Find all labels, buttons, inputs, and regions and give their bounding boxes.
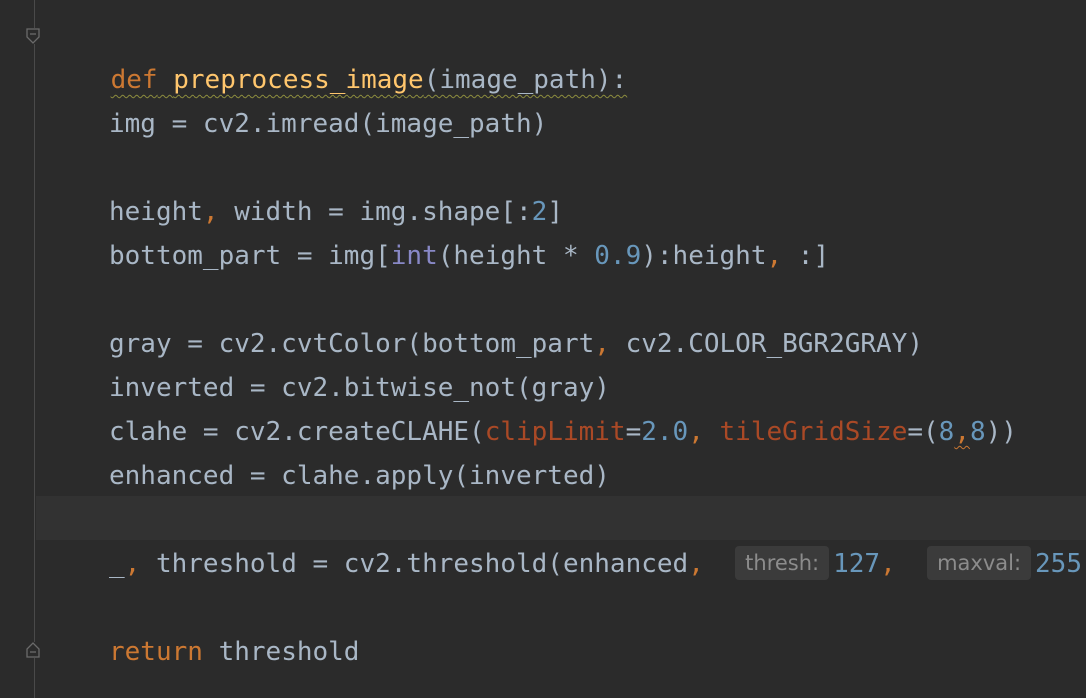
param-cliplimit: clipLimit [484,417,626,447]
code-line-gray[interactable]: gray = cv2.cvtColor(bottom_part, cv2.COL… [48,322,923,366]
code-text: clahe = cv2.createCLAHE( [109,417,485,447]
code-text: ):height [641,241,767,271]
number-literal: 8 [938,417,955,447]
code-line-enhanced[interactable]: enhanced = clahe.apply(inverted) [48,454,610,498]
function-name: preprocess_image [173,65,424,95]
code-text: gray = cv2.cvtColor(bottom_part [109,329,595,359]
comma-warning: , [954,417,970,447]
comma: , [688,417,704,447]
code-text: height [109,197,203,227]
code-text: threshold [202,637,360,667]
return-keyword: return [109,637,203,667]
fold-end-icon[interactable] [26,642,40,658]
number-literal: 2 [531,197,548,227]
code-text: = [625,417,642,447]
code-text: =( [907,417,939,447]
current-line-highlight [36,496,1086,540]
comma: , [766,241,783,271]
code-text: width = img.shape[: [218,197,532,227]
comma: , [880,549,896,579]
number-literal: 2.0 [641,417,689,447]
builtin-int: int [390,241,438,271]
comma: , [124,549,141,579]
number-literal: 8 [969,417,986,447]
code-text: _ [109,549,125,579]
code-text: (height * [437,241,595,271]
code-line-shape[interactable]: height, width = img.shape[:2] [48,190,563,234]
code-line-threshold[interactable]: _, threshold = cv2.threshold(enhanced, t… [48,542,1086,586]
code-line-return[interactable]: return threshold [48,630,359,674]
comma: , [688,549,704,579]
comma: , [1082,549,1086,579]
comma: , [202,197,219,227]
def-keyword: def [110,65,158,95]
code-text: threshold = cv2.threshold(enhanced [140,549,689,579]
code-line-def[interactable]: def preprocess_image(image_path): [48,14,628,95]
function-signature: (image_path): [423,65,628,95]
number-literal: 255 [1035,549,1082,579]
code-text: img = cv2.imread(image_path) [109,109,548,139]
code-line-imread[interactable]: img = cv2.imread(image_path) [48,102,547,146]
code-text: bottom_part = img[ [109,241,391,271]
code-line-inverted[interactable]: inverted = cv2.bitwise_not(gray) [48,366,610,410]
code-text: )) [985,417,1017,447]
code-text: enhanced = clahe.apply(inverted) [109,461,610,491]
gutter-divider [34,0,35,698]
code-text: inverted = cv2.bitwise_not(gray) [109,373,610,403]
code-editor[interactable]: def preprocess_image(image_path): img = … [0,0,1086,698]
code-line-bottom-part[interactable]: bottom_part = img[int(height * 0.9):heig… [48,234,829,278]
param-tilegridsize: tileGridSize [719,417,908,447]
number-literal: 0.9 [594,241,642,271]
number-literal: 127 [833,549,881,579]
inlay-hint-thresh: thresh: [735,545,830,580]
code-text: :] [782,241,830,271]
code-text: cv2.COLOR_BGR2GRAY) [609,329,923,359]
fold-collapse-icon[interactable] [26,28,40,44]
comma: , [594,329,610,359]
code-line-clahe[interactable]: clahe = cv2.createCLAHE(clipLimit=2.0, t… [48,410,1017,454]
code-text: ] [547,197,563,227]
inlay-hint-maxval: maxval: [927,545,1032,580]
